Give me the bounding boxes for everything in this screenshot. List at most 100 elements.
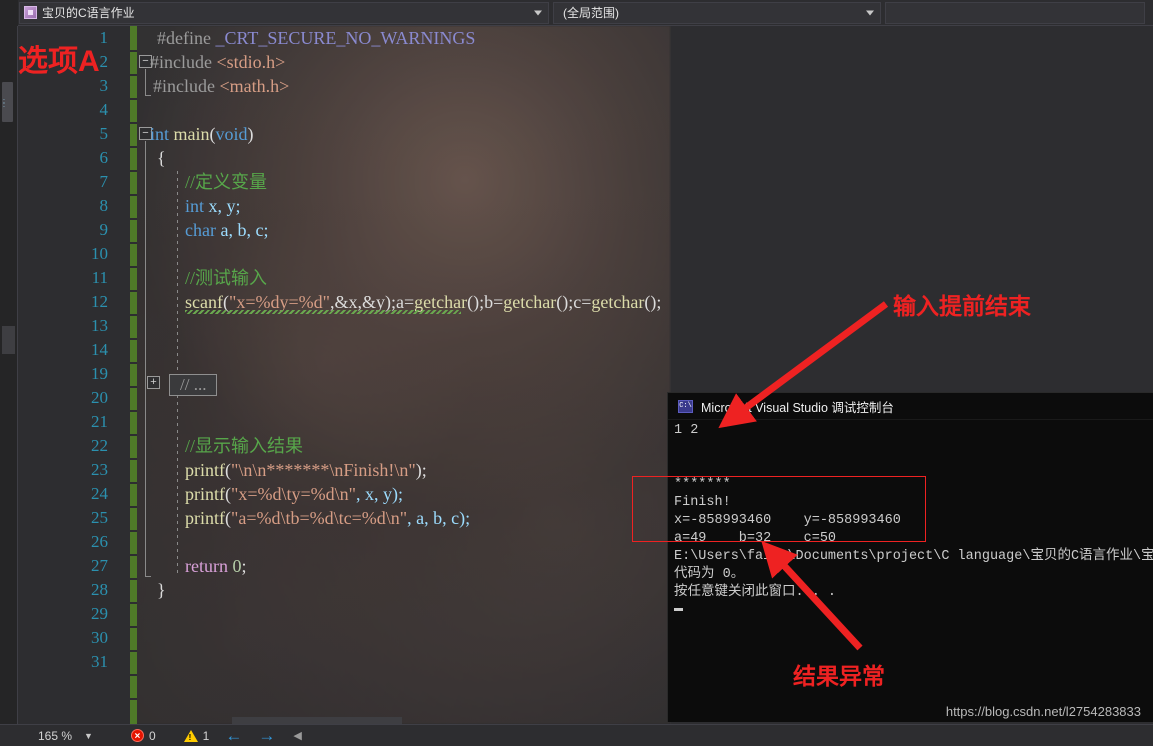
code-line-26[interactable]: } — [157, 578, 166, 602]
console-line: E:\Users\fairy\Documents\project\C langu… — [674, 549, 1153, 564]
status-bar: 165 % ▼ × 0 1 ← → ◀ — [0, 724, 1153, 746]
error-squiggle — [185, 310, 461, 314]
token-format-string: "x=%dy=%d" — [228, 292, 330, 312]
code-line-3[interactable]: #include <math.h> — [153, 74, 289, 98]
code-line-22[interactable]: printf("x=%d\ty=%d\n", x, y); — [185, 482, 403, 506]
horizontal-scrollbar[interactable] — [232, 717, 402, 724]
chevron-down-icon[interactable] — [866, 10, 874, 15]
token-assign-c: ();c= — [556, 292, 592, 312]
editor-left-margin[interactable]: :: — [0, 26, 18, 724]
line-number: 6 — [99, 148, 109, 167]
line-number: 26 — [91, 532, 108, 551]
zoom-control[interactable]: 165 % ▼ — [38, 729, 93, 743]
token-printf: printf — [185, 508, 225, 528]
file-icon — [24, 6, 37, 19]
arrow-right-icon[interactable]: → — [258, 726, 275, 746]
token-include: #include — [150, 52, 212, 72]
code-line-21[interactable]: printf("\n\n*******\nFinish!\n"); — [185, 458, 427, 482]
token-comment: //定义变量 — [185, 172, 268, 192]
fold-guide-foot — [145, 576, 151, 577]
line-number: 30 — [91, 628, 108, 647]
token-vars: a, b, c; — [215, 220, 269, 240]
error-count-item[interactable]: × 0 — [130, 729, 156, 743]
line-number: 10 — [91, 244, 108, 263]
line-number: 21 — [91, 412, 108, 431]
line-number: 14 — [91, 340, 108, 359]
code-line-9[interactable]: char a, b, c; — [185, 218, 268, 242]
member-dropdown[interactable] — [885, 1, 1145, 24]
console-cursor — [674, 602, 1153, 620]
console-title-bar: C:\ Microsoft Visual Studio 调试控制台 — [668, 393, 1153, 420]
token-macro-name: _CRT_SECURE_NO_WARNINGS — [215, 28, 476, 48]
line-number: 5 — [99, 124, 109, 143]
line-number: 11 — [91, 268, 108, 287]
chevron-down-icon[interactable] — [534, 10, 542, 15]
code-line-8[interactable]: int x, y; — [185, 194, 241, 218]
token-header-math: <math.h> — [219, 76, 290, 96]
code-line-1[interactable]: #define _CRT_SECURE_NO_WARNINGS — [157, 26, 475, 50]
code-line-11[interactable]: //测试输入 — [185, 266, 267, 290]
token-getchar: getchar — [591, 292, 645, 312]
line-number: 4 — [99, 100, 109, 119]
chevron-down-icon[interactable]: ▼ — [84, 731, 93, 741]
navbar-left-spacer — [0, 0, 18, 26]
line-number: 7 — [99, 172, 109, 191]
code-line-7[interactable]: //定义变量 — [185, 170, 267, 194]
fold-guide-line — [145, 141, 146, 576]
token-printf: printf — [185, 460, 225, 480]
token-vars: x, y; — [204, 196, 241, 216]
line-number-list: 1 2 3 4 5 6 7 8 9 10 11 12 13 14 19 20 21 22 23 24 25 26 27 28 2… — [18, 26, 130, 674]
token-printf-args: , a, b, c); — [407, 508, 471, 528]
token-stmt-end: ); — [415, 460, 427, 480]
caret-left-icon[interactable]: ◀ — [293, 729, 301, 742]
line-number: 23 — [91, 460, 108, 479]
token-scanf: scanf — [185, 292, 223, 312]
line-number: 24 — [91, 484, 108, 503]
code-line-23[interactable]: printf("a=%d\tb=%d\tc=%d\n", a, b, c); — [185, 506, 470, 530]
code-line-5[interactable]: int main(void) — [150, 122, 254, 146]
line-number: 13 — [91, 316, 108, 335]
token-format-string: "\n\n*******\nFinish!\n" — [231, 460, 416, 480]
error-icon: × — [130, 729, 144, 742]
annotation-option-a: 选项A — [18, 45, 100, 78]
zoom-level-label: 165 % — [38, 728, 73, 743]
code-line-2[interactable]: #include <stdio.h> — [150, 50, 285, 74]
token-getchar: getchar — [414, 292, 468, 312]
line-number: 29 — [91, 604, 108, 623]
token-assign-b: ();b= — [467, 292, 504, 312]
change-indicator-bar — [130, 26, 137, 724]
indent-guide — [177, 171, 178, 575]
token-zero: 0 — [227, 556, 242, 576]
collapsed-region-chip[interactable]: // ... — [169, 374, 218, 396]
fold-toggle-collapsed-region[interactable]: + — [147, 376, 160, 389]
token-printf-args: , x, y); — [356, 484, 403, 504]
token-scanf-args: ,&x,&y) — [329, 292, 391, 312]
line-number: 28 — [91, 580, 108, 599]
debug-console-window[interactable]: C:\ Microsoft Visual Studio 调试控制台 1 2 ***… — [667, 392, 1153, 722]
scope-dropdown[interactable]: (全局范围) — [553, 1, 881, 24]
project-dropdown[interactable]: 宝贝的C语言作业 — [19, 1, 549, 24]
code-line-6[interactable]: { — [157, 146, 166, 170]
line-number: 19 — [91, 364, 108, 383]
code-line-25[interactable]: return 0; — [185, 554, 247, 578]
token-comment: //测试输入 — [185, 268, 268, 288]
code-line-20[interactable]: //显示输入结果 — [185, 434, 303, 458]
arrow-left-icon[interactable]: ← — [225, 726, 242, 746]
annotation-abnormal-result: 结果异常 — [793, 663, 885, 689]
line-number: 25 — [91, 508, 108, 527]
token-assign-a: ;a= — [390, 292, 415, 312]
vs-window: 宝贝的C语言作业 (全局范围) :: 1 2 3 4 5 6 7 8 9 10 11 12 13 14 19… — [0, 0, 1153, 746]
token-stmt-end: (); — [644, 292, 662, 312]
token-return: return — [185, 556, 228, 576]
console-title-text: Microsoft Visual Studio 调试控制台 — [701, 400, 894, 415]
token-header-stdio: <stdio.h> — [216, 52, 286, 72]
navigation-bar: 宝贝的C语言作业 (全局范围) — [0, 0, 1153, 26]
scope-dropdown-label: (全局范围) — [563, 6, 619, 20]
token-printf: printf — [185, 484, 225, 504]
console-line: 按任意键关闭此窗口. . . — [674, 585, 837, 600]
token-define: #define — [157, 28, 211, 48]
token-stmt-end: ; — [241, 556, 247, 576]
warning-count-item[interactable]: 1 — [183, 729, 209, 743]
line-number: 22 — [91, 436, 108, 455]
fold-guide-foot — [145, 95, 151, 96]
